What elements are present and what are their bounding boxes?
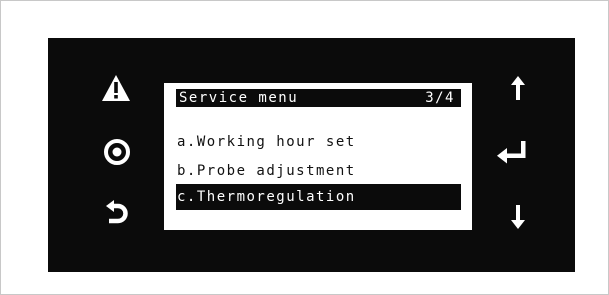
lcd-display: Service menu 3/4 a.Working hour set b.Pr…: [164, 83, 472, 230]
warning-icon: [101, 74, 131, 102]
menu-item-label: c.Thermoregulation: [177, 189, 356, 205]
menu-item-thermoregulation[interactable]: c.Thermoregulation: [176, 184, 461, 210]
page-indicator: 3/4: [425, 90, 455, 106]
enter-button[interactable]: [492, 135, 532, 169]
content-frame: Service menu 3/4 a.Working hour set b.Pr…: [0, 0, 609, 295]
down-button[interactable]: [503, 200, 533, 234]
controller-panel: Service menu 3/4 a.Working hour set b.Pr…: [48, 38, 575, 272]
ok-circle-icon: [102, 137, 132, 167]
ok-button[interactable]: [99, 135, 135, 169]
menu-item-label: b.Probe adjustment: [177, 163, 356, 179]
arrow-down-icon: [510, 204, 526, 230]
back-arrow-icon: [103, 198, 131, 228]
back-button[interactable]: [99, 196, 135, 230]
menu-item-label: a.Working hour set: [177, 134, 356, 150]
menu-item-working-hour-set[interactable]: a.Working hour set: [176, 129, 461, 155]
menu-title-bar: Service menu 3/4: [176, 89, 461, 107]
enter-icon: [495, 139, 529, 165]
menu-title: Service menu: [179, 90, 299, 106]
alarm-button[interactable]: [98, 71, 134, 105]
menu-item-probe-adjustment[interactable]: b.Probe adjustment: [176, 158, 461, 184]
up-button[interactable]: [503, 71, 533, 105]
arrow-up-icon: [510, 75, 526, 101]
